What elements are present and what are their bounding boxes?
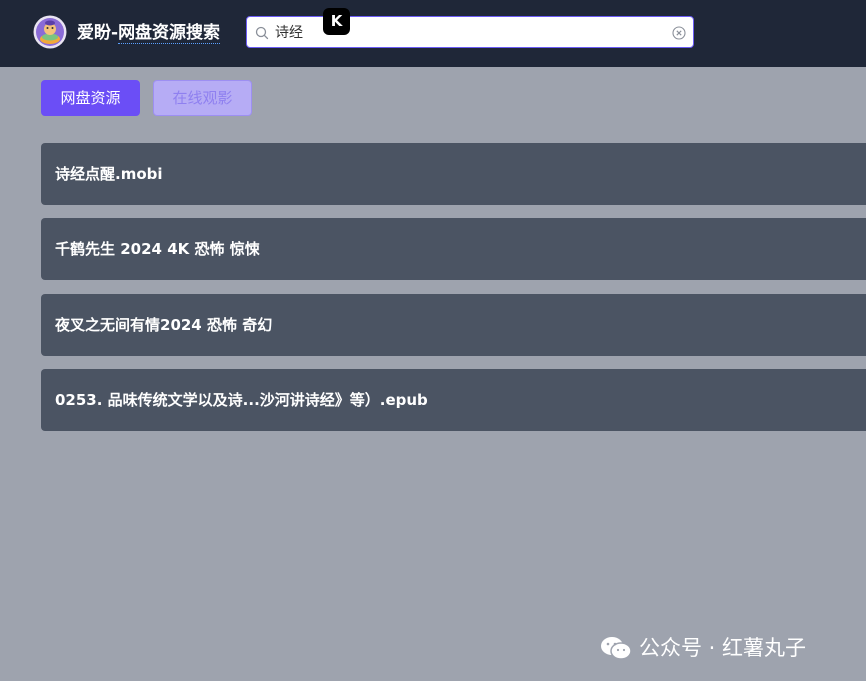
result-item[interactable]: 夜叉之无间有情2024 恐怖 奇幻 <box>41 294 866 356</box>
search-icon <box>255 25 269 40</box>
result-item[interactable]: 0253. 品味传统文学以及诗...沙河讲诗经》等）.epub <box>41 369 866 431</box>
watermark-text: 公众号 · 红薯丸子 <box>639 636 807 660</box>
result-item[interactable]: 千鹤先生 2024 4K 恐怖 惊悚 <box>41 218 866 280</box>
result-title: 0253. 品味传统文学以及诗...沙河讲诗经》等）.epub <box>55 391 428 409</box>
tab-online-movies[interactable]: 在线观影 <box>153 80 252 116</box>
result-title: 诗经点醒.mobi <box>55 165 163 183</box>
tab-label: 在线观影 <box>172 89 233 107</box>
tab-label: 网盘资源 <box>60 89 121 107</box>
k-app-badge-icon[interactable]: K <box>323 8 350 35</box>
site-title[interactable]: 爱盼-网盘资源搜索 <box>77 21 221 45</box>
site-title-main: 网盘资源搜索 <box>118 23 221 44</box>
result-title: 夜叉之无间有情2024 恐怖 奇幻 <box>55 316 273 334</box>
watermark: 公众号 · 红薯丸子 <box>599 630 806 664</box>
clear-circle-icon[interactable] <box>672 25 686 40</box>
result-item[interactable]: 诗经点醒.mobi <box>41 143 866 205</box>
k-badge-label: K <box>330 12 343 30</box>
tab-netdisk-resources[interactable]: 网盘资源 <box>41 80 140 116</box>
site-title-prefix: 爱盼- <box>77 23 119 43</box>
result-title: 千鹤先生 2024 4K 恐怖 惊悚 <box>55 240 260 258</box>
top-header: 爱盼-网盘资源搜索 K <box>0 0 866 67</box>
search-box[interactable] <box>246 16 694 48</box>
avatar-logo-icon[interactable] <box>33 15 67 49</box>
wechat-icon <box>599 635 633 661</box>
